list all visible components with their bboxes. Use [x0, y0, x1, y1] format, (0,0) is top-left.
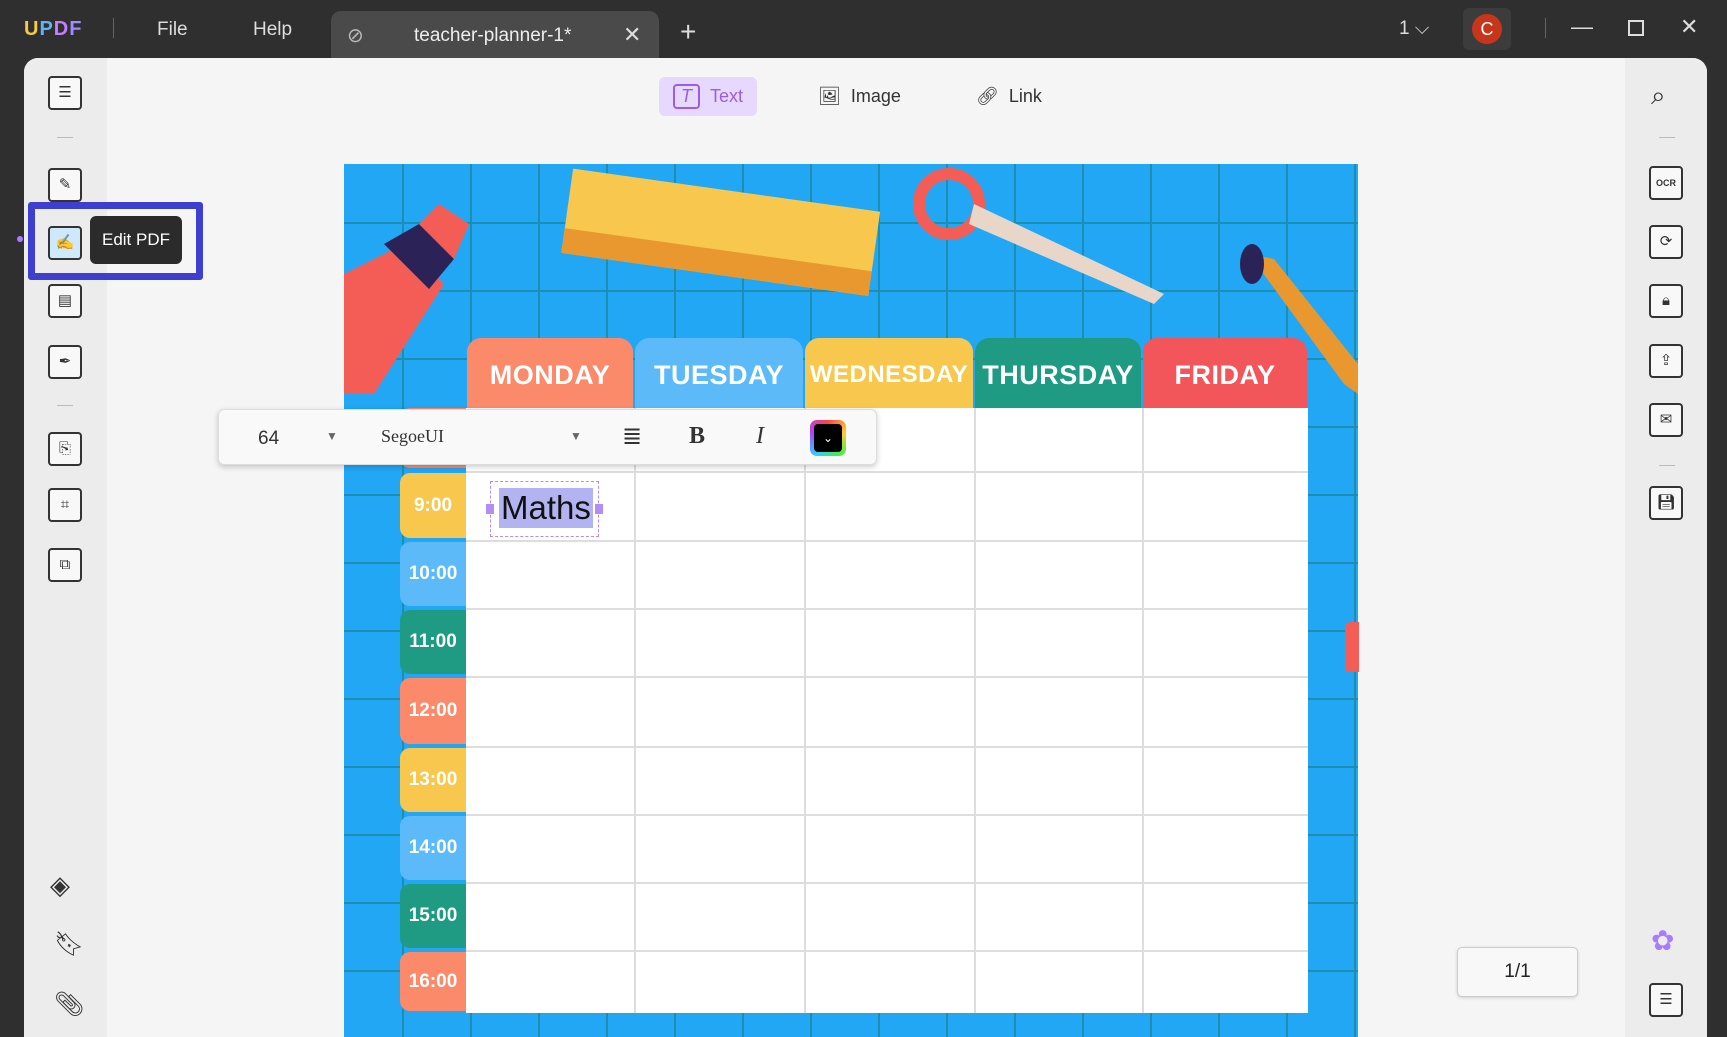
font-family-value[interactable]: SegoeUI — [381, 426, 444, 447]
updf-logo: UPDF — [24, 18, 83, 40]
grid-row-line — [466, 471, 1308, 473]
avatar: C — [1472, 14, 1502, 44]
day-header-wednesday: WEDNESDAY — [805, 338, 973, 408]
grid-row-line — [466, 608, 1308, 610]
day-header-tuesday: TUESDAY — [635, 338, 803, 408]
time-slot-label: 9:00 — [400, 473, 466, 538]
close-window-icon[interactable]: ✕ — [1680, 14, 1698, 40]
bookmark-icon[interactable]: 🔖︎ — [54, 930, 84, 959]
tab-title: teacher-planner-1* — [414, 25, 572, 46]
grid-row-line — [466, 882, 1308, 884]
image-tool-label: Image — [850, 86, 901, 106]
link-tool-button[interactable]: 🔗︎ Link — [962, 77, 1056, 116]
share-icon[interactable]: ⇪ — [1649, 344, 1683, 378]
page-select[interactable]: 1 ⌵ — [1399, 18, 1429, 40]
organize-pages-icon[interactable]: ▤ — [48, 284, 82, 318]
ruler-illustration — [561, 168, 881, 296]
time-slot-label: 13:00 — [400, 748, 466, 812]
divider — [1545, 18, 1546, 38]
time-slot-label: 16:00 — [400, 952, 466, 1011]
scissors-illustration — [913, 168, 1164, 304]
avatar-button[interactable]: C — [1463, 8, 1511, 50]
divider — [57, 405, 73, 406]
marker-illustration — [344, 204, 469, 394]
close-tab-icon[interactable]: ✕ — [623, 22, 641, 48]
reader-icon[interactable]: ☰ — [48, 76, 82, 110]
time-slot-label: 14:00 — [400, 816, 466, 880]
page-indicator[interactable]: 1/1 — [1457, 947, 1578, 997]
grid-column-line — [1142, 408, 1144, 1013]
grid-column-line — [804, 408, 806, 1013]
time-slot-label: 10:00 — [400, 542, 466, 606]
comment-highlighter-icon[interactable]: ✎ — [48, 168, 82, 202]
minimize-icon[interactable]: — — [1571, 14, 1593, 40]
convert-icon[interactable]: ⟳ — [1649, 225, 1683, 259]
grid-column-line — [634, 408, 636, 1013]
italic-button[interactable]: I — [756, 423, 764, 450]
chevron-down-icon: ⌄ — [814, 424, 842, 452]
email-icon[interactable]: ✉ — [1649, 403, 1683, 437]
image-tool-button[interactable]: 🖼︎ Image — [804, 77, 915, 116]
grid-row-line — [466, 814, 1308, 816]
grid-row-line — [466, 676, 1308, 678]
text-tool-button[interactable]: T Text — [659, 77, 758, 116]
attachment-icon[interactable]: 📎︎ — [54, 990, 84, 1019]
resize-handle-left[interactable] — [486, 504, 494, 514]
font-size-dropdown-icon[interactable]: ▼ — [326, 429, 338, 443]
day-header-friday: FRIDAY — [1143, 338, 1307, 408]
title-bar: UPDF File Help ⊘ teacher-planner-1* ✕ + … — [0, 0, 1727, 61]
edit-pdf-tooltip: Edit PDF — [90, 216, 182, 264]
search-icon[interactable]: ⌕ — [1651, 80, 1666, 112]
font-family-dropdown-icon[interactable]: ▼ — [570, 429, 582, 443]
color-picker-button[interactable]: ⌄ — [810, 420, 846, 456]
time-slot-label: 11:00 — [400, 610, 466, 674]
divider — [113, 18, 114, 38]
text-tool-label: Text — [710, 86, 744, 106]
new-tab-icon[interactable]: + — [680, 16, 696, 48]
day-header-thursday: THURSDAY — [975, 338, 1141, 408]
layers-icon[interactable]: ◈ — [50, 870, 70, 901]
link-icon: 🔗︎ — [976, 86, 999, 106]
text-box-selection[interactable]: Maths — [486, 481, 603, 537]
time-slot-label: 15:00 — [400, 884, 466, 948]
maximize-icon[interactable] — [1628, 20, 1644, 36]
fill-sign-icon[interactable]: ✒ — [48, 345, 82, 379]
image-icon: 🖼︎ — [818, 86, 841, 106]
menu-help[interactable]: Help — [253, 19, 292, 41]
page-select-value: 1 — [1399, 18, 1410, 39]
convert-pages-icon[interactable]: ⎘ — [48, 432, 82, 466]
divider — [1659, 465, 1675, 466]
grid-row-line — [466, 746, 1308, 748]
bold-button[interactable]: B — [689, 423, 705, 450]
right-sidebar: ⌕ OCR ⟳ 🔒︎ ⇪ ✉ 💾︎ ✿ ☰ — [1625, 58, 1707, 1037]
resize-handle-right[interactable] — [595, 504, 603, 514]
divider — [57, 137, 73, 138]
menu-file[interactable]: File — [157, 19, 188, 41]
selected-text[interactable]: Maths — [499, 488, 593, 528]
ai-assistant-icon[interactable]: ✿ — [1651, 924, 1674, 957]
crop-icon[interactable]: ⌗ — [48, 488, 82, 522]
document-tab[interactable]: ⊘ teacher-planner-1* ✕ — [331, 11, 659, 61]
text-format-bar: 64 ▼ SegoeUI ▼ ≣ B I ⌄ — [218, 409, 877, 465]
page-tools-icon[interactable]: ⧉ — [48, 548, 82, 582]
link-tool-label: Link — [1008, 86, 1042, 106]
day-header-monday: MONDAY — [467, 338, 633, 408]
save-icon[interactable]: 💾︎ — [1649, 486, 1683, 520]
font-size-value[interactable]: 64 — [258, 428, 279, 450]
text-tool-icon: T — [673, 84, 700, 109]
protect-icon[interactable]: 🔒︎ — [1649, 284, 1683, 318]
grid-column-line — [974, 408, 976, 1013]
divider — [1659, 137, 1675, 138]
time-slot-label: 12:00 — [400, 678, 466, 744]
align-left-icon[interactable]: ≣ — [622, 422, 642, 451]
decoration — [1345, 622, 1359, 672]
unsaved-cloud-icon: ⊘ — [347, 25, 364, 47]
comments-icon[interactable]: ☰ — [1649, 983, 1683, 1017]
ocr-icon[interactable]: OCR — [1649, 166, 1683, 200]
grid-row-line — [466, 950, 1308, 952]
active-indicator — [17, 236, 23, 242]
grid-row-line — [466, 540, 1308, 542]
